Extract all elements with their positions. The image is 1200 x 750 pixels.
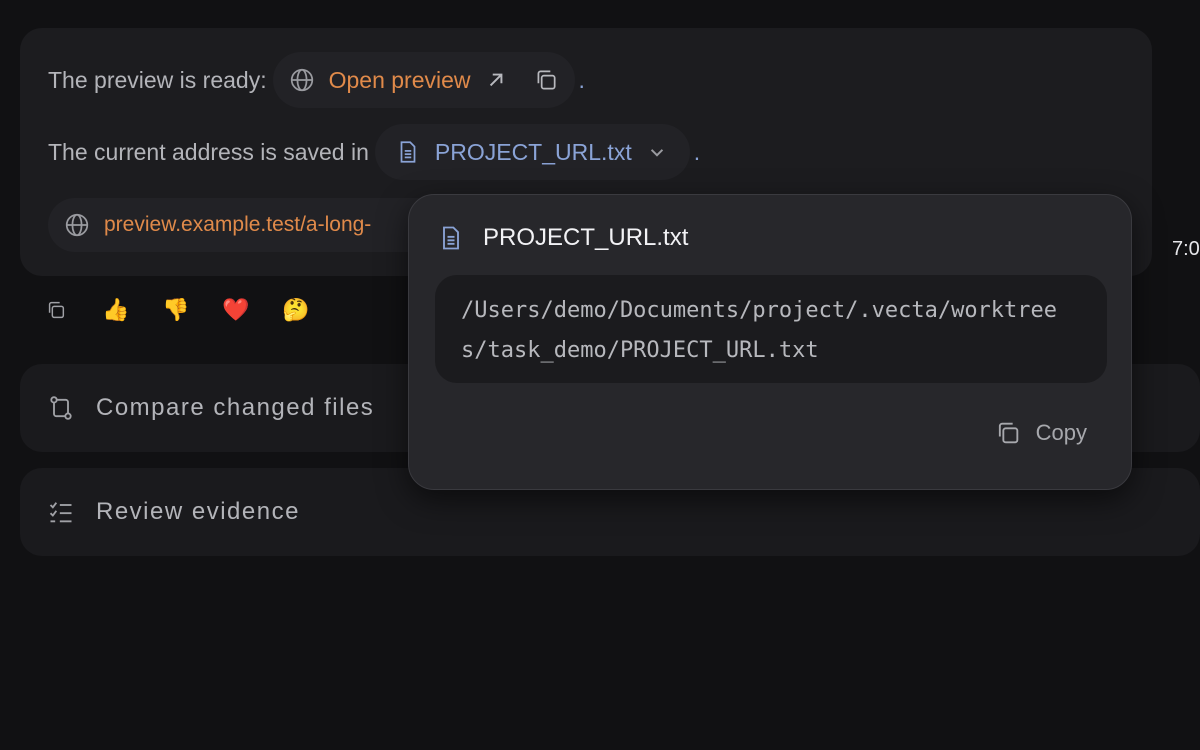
file-path-popover: PROJECT_URL.txt /Users/demo/Documents/pr… (408, 194, 1132, 490)
popover-title: PROJECT_URL.txt (483, 224, 689, 251)
popover-header: PROJECT_URL.txt (437, 223, 688, 253)
file-path-text[interactable]: /Users/demo/Documents/project/.vecta/wor… (435, 275, 1107, 383)
globe-icon (289, 67, 315, 93)
file-icon (395, 139, 421, 165)
line1-period: . (578, 66, 585, 93)
checklist-icon (46, 497, 76, 527)
thumbs-down-reaction[interactable]: 👎 (162, 296, 189, 324)
external-link-icon[interactable] (483, 67, 509, 93)
preview-ready-text: The preview is ready: (48, 66, 267, 93)
globe-icon (64, 212, 90, 238)
file-chip[interactable]: PROJECT_URL.txt (374, 124, 690, 180)
address-saved-line: The current address is saved in PROJECT_… (48, 124, 700, 180)
line2-period: . (693, 138, 701, 165)
app-stage: The preview is ready: Open preview . The… (0, 0, 1200, 750)
preview-ready-line: The preview is ready: Open preview . (48, 52, 585, 108)
thumbs-up-reaction[interactable]: 👍 (102, 296, 129, 324)
open-preview-link[interactable]: Open preview (329, 67, 471, 94)
reaction-bar: 👍 👎 ❤️ 🤔 (44, 296, 310, 324)
copy-path-label: Copy (1035, 420, 1087, 445)
review-evidence-label: Review evidence (96, 498, 300, 525)
heart-reaction[interactable]: ❤️ (222, 296, 249, 324)
git-compare-icon (46, 393, 76, 423)
compare-changed-files-label: Compare changed files (96, 394, 375, 421)
preview-url-text: preview.example.test/a-long- (104, 213, 372, 236)
open-preview-chip: Open preview (272, 52, 575, 108)
file-chip-label: PROJECT_URL.txt (434, 138, 632, 165)
thinking-reaction[interactable]: 🤔 (282, 296, 309, 324)
copy-path-button[interactable]: Copy (994, 419, 1087, 447)
file-icon (437, 223, 465, 253)
chevron-down-icon[interactable] (644, 139, 670, 165)
copy-link-icon[interactable] (533, 67, 559, 93)
copy-message-icon[interactable] (44, 296, 68, 324)
copy-icon (994, 419, 1022, 447)
address-saved-text: The current address is saved in (48, 138, 369, 165)
preview-url-chip[interactable]: preview.example.test/a-long- (48, 198, 444, 252)
timestamp: 7:0 (1172, 238, 1200, 260)
